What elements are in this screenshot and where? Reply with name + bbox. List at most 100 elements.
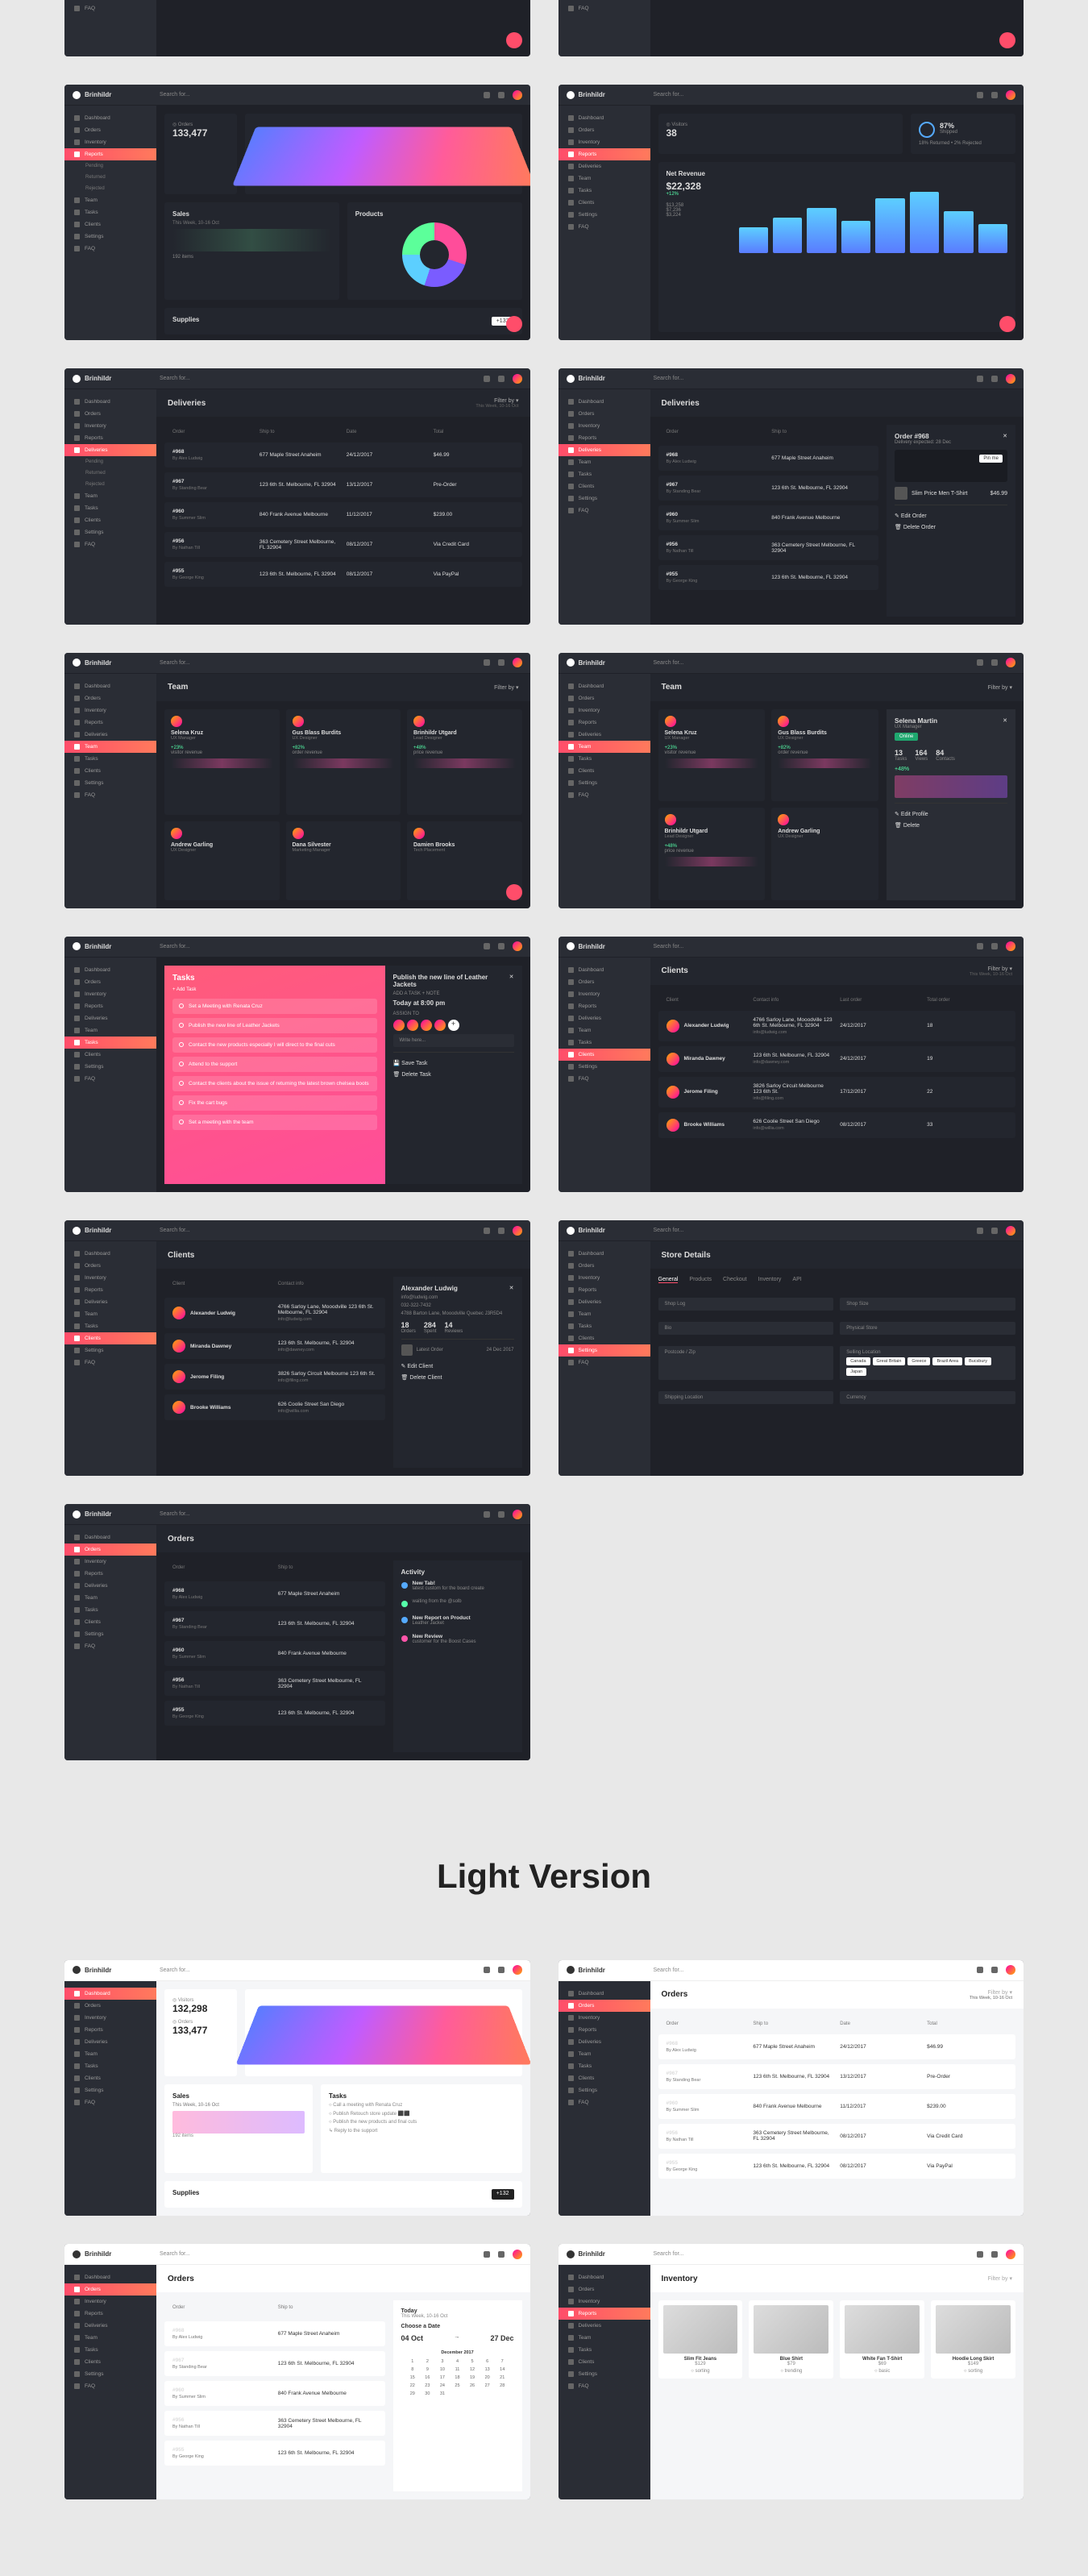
save-task-button[interactable]: 💾 Save Task [393, 1057, 514, 1069]
nav-settings[interactable]: Settings [64, 231, 156, 243]
nav-faq[interactable]: FAQ [559, 2, 650, 15]
tab-general[interactable]: General [658, 1277, 679, 1283]
nav-clients[interactable]: Clients [64, 218, 156, 231]
inventory-item[interactable]: White Fan T-Shirt$69○ basic [840, 2300, 924, 2379]
nav-faq[interactable]: FAQ [559, 221, 650, 233]
delete-client-button[interactable]: 🗑 Delete Client [401, 1372, 514, 1383]
table-row[interactable]: #955By George King123 6th St. Melbourne,… [164, 2441, 385, 2466]
nav-reports[interactable]: Reports [559, 2308, 650, 2320]
table-row[interactable]: #955By George King123 6th St. Melbourne,… [658, 2154, 1016, 2179]
location-tag[interactable]: Greece [907, 1357, 930, 1365]
assignee-avatar[interactable] [421, 1020, 432, 1031]
table-row[interactable]: #967By Standing Bear123 6th St. Melbourn… [164, 1611, 385, 1636]
nav-orders[interactable]: Orders [559, 124, 650, 136]
team-card[interactable]: Andrew GarlingUX Designer [771, 808, 878, 900]
bell-icon[interactable] [498, 376, 505, 382]
calendar-day[interactable]: 19 [466, 2374, 480, 2381]
table-row[interactable]: #956By Nathan Till363 Cemetery Street Me… [658, 2124, 1016, 2149]
close-icon[interactable]: ✕ [509, 974, 514, 988]
checkbox-icon[interactable] [179, 1120, 184, 1124]
calendar-day[interactable]: 8 [406, 2366, 420, 2373]
nav-settings[interactable]: Settings [559, 209, 650, 221]
filter-button[interactable]: Filter by ▾This Week, 10-16 Oct [475, 397, 518, 409]
calendar-day[interactable]: 22 [406, 2383, 420, 2389]
fab-add[interactable] [506, 32, 522, 48]
assignee-avatar[interactable] [434, 1020, 446, 1031]
nav-team[interactable]: Team [64, 741, 156, 753]
inventory-item[interactable]: Blue Shirt$79○ trending [749, 2300, 833, 2379]
table-row[interactable]: Miranda Dawney123 6th St. Melbourne, FL … [658, 1046, 1016, 1072]
table-row[interactable]: #955By George King123 6th St. Melbourne,… [164, 1701, 385, 1726]
fab-add[interactable] [506, 316, 522, 332]
table-row[interactable]: Miranda Dawney123 6th St. Melbourne, FL … [164, 1333, 385, 1359]
nav-tasks[interactable]: Tasks [64, 1037, 156, 1049]
nav-tasks[interactable]: Tasks [559, 185, 650, 197]
table-row[interactable]: #955By George King123 6th St. Melbourne,… [658, 565, 879, 590]
task-item[interactable]: Set a Meeting with Renata Cruz [172, 999, 377, 1014]
table-row[interactable]: #960By Summer Slim840 Frank Avenue Melbo… [658, 2094, 1016, 2119]
nav-clients[interactable]: Clients [559, 1049, 650, 1061]
table-row[interactable]: #956By Nathan Till363 Cemetery Street Me… [658, 535, 879, 560]
table-row[interactable]: Brooke Williams626 Coolie Street San Die… [164, 1394, 385, 1420]
table-row[interactable]: Jerome Filing3826 Sarloy Circuit Melbour… [658, 1077, 1016, 1107]
calendar-day[interactable]: 14 [496, 2366, 509, 2373]
checkbox-icon[interactable] [179, 1081, 184, 1086]
nav-deliveries[interactable]: Deliveries [64, 444, 156, 456]
calendar-day[interactable]: 20 [480, 2374, 494, 2381]
task-item[interactable]: Contact the clients about the issue of r… [172, 1076, 377, 1091]
table-row[interactable]: #968By Alex Ludwig677 Maple Street Anahe… [658, 2034, 1016, 2059]
table-row[interactable]: #956By Nathan Till363 Cemetery Street Me… [164, 2411, 385, 2436]
team-card[interactable]: Andrew GarlingUX Designer [164, 821, 280, 900]
calendar-day[interactable]: 30 [421, 2391, 434, 2397]
location-tag[interactable]: Bucsbury [965, 1357, 991, 1365]
team-card[interactable]: Dana SilvesterMarketing Manager [286, 821, 401, 900]
checkbox-icon[interactable] [179, 1062, 184, 1066]
task-item[interactable]: Publish the new line of Leather Jackets [172, 1018, 377, 1033]
calendar-day[interactable]: 23 [421, 2383, 434, 2389]
table-row[interactable]: #955By George King123 6th St. Melbourne,… [164, 562, 522, 587]
close-icon[interactable]: ✕ [1003, 433, 1007, 440]
user-avatar[interactable] [513, 90, 522, 100]
calendar-day[interactable]: 21 [496, 2374, 509, 2381]
close-icon[interactable]: ✕ [509, 1285, 514, 1292]
checkbox-icon[interactable] [179, 1042, 184, 1047]
tab-api[interactable]: API [792, 1277, 801, 1283]
bell-icon[interactable] [991, 92, 998, 98]
team-card[interactable]: Brinhildr UtgardLead Designer+48%price r… [407, 709, 522, 816]
calendar-day[interactable]: 10 [436, 2366, 450, 2373]
team-card[interactable]: Damien BrooksTech Placement [407, 821, 522, 900]
calendar-day[interactable]: 6 [480, 2358, 494, 2365]
calendar-day[interactable]: 31 [436, 2391, 450, 2397]
inventory-item[interactable]: Hoodie Long Skirt$149○ sorting [931, 2300, 1015, 2379]
team-card[interactable]: Gus Blass BurditsUX Designer+82%order re… [771, 709, 878, 802]
field-selling-location[interactable]: Selling Location CanadaGreat BritainGree… [840, 1346, 1015, 1380]
task-item[interactable]: Attend to the support [172, 1057, 377, 1072]
pin-button[interactable]: Pin me [979, 455, 1003, 463]
table-row[interactable]: #967By Standing Bear123 6th St. Melbourn… [658, 476, 879, 501]
assignee-avatar[interactable] [407, 1020, 418, 1031]
field-shipping-location[interactable]: Shipping Location [658, 1391, 834, 1404]
field-currency[interactable]: Currency [840, 1391, 1015, 1404]
nav-settings[interactable]: Settings [559, 1344, 650, 1357]
table-row[interactable]: #960By Summer Slim840 Frank Avenue Melbo… [164, 502, 522, 527]
nav-reports[interactable]: Reports [559, 148, 650, 160]
nav-faq[interactable]: FAQ [64, 2, 156, 15]
calendar-day[interactable]: 2 [421, 2358, 434, 2365]
table-row[interactable]: #968By Alex Ludwig677 Maple Street Anahe… [658, 446, 879, 471]
calendar-day[interactable]: 1 [406, 2358, 420, 2365]
task-item[interactable]: Set a meeting with the team [172, 1115, 377, 1130]
calendar-day[interactable]: 5 [466, 2358, 480, 2365]
nav-team[interactable]: Team [64, 194, 156, 206]
calendar-day[interactable]: 3 [436, 2358, 450, 2365]
tab-checkout[interactable]: Checkout [723, 1277, 747, 1283]
table-row[interactable]: #968By Alex Ludwig677 Maple Street Anahe… [164, 442, 522, 467]
table-row[interactable]: Jerome Filing3826 Sarloy Circuit Melbour… [164, 1364, 385, 1390]
calendar-day[interactable]: 25 [451, 2383, 464, 2389]
fab-add[interactable] [999, 32, 1015, 48]
nav-team[interactable]: Team [559, 172, 650, 185]
table-row[interactable]: #960By Summer Slim840 Frank Avenue Melbo… [658, 505, 879, 530]
nav-dashboard[interactable]: Dashboard [64, 112, 156, 124]
location-tag[interactable]: Japan [846, 1368, 866, 1376]
field-shop-size[interactable]: Shop Size [840, 1298, 1015, 1311]
calendar-day[interactable]: 26 [466, 2383, 480, 2389]
